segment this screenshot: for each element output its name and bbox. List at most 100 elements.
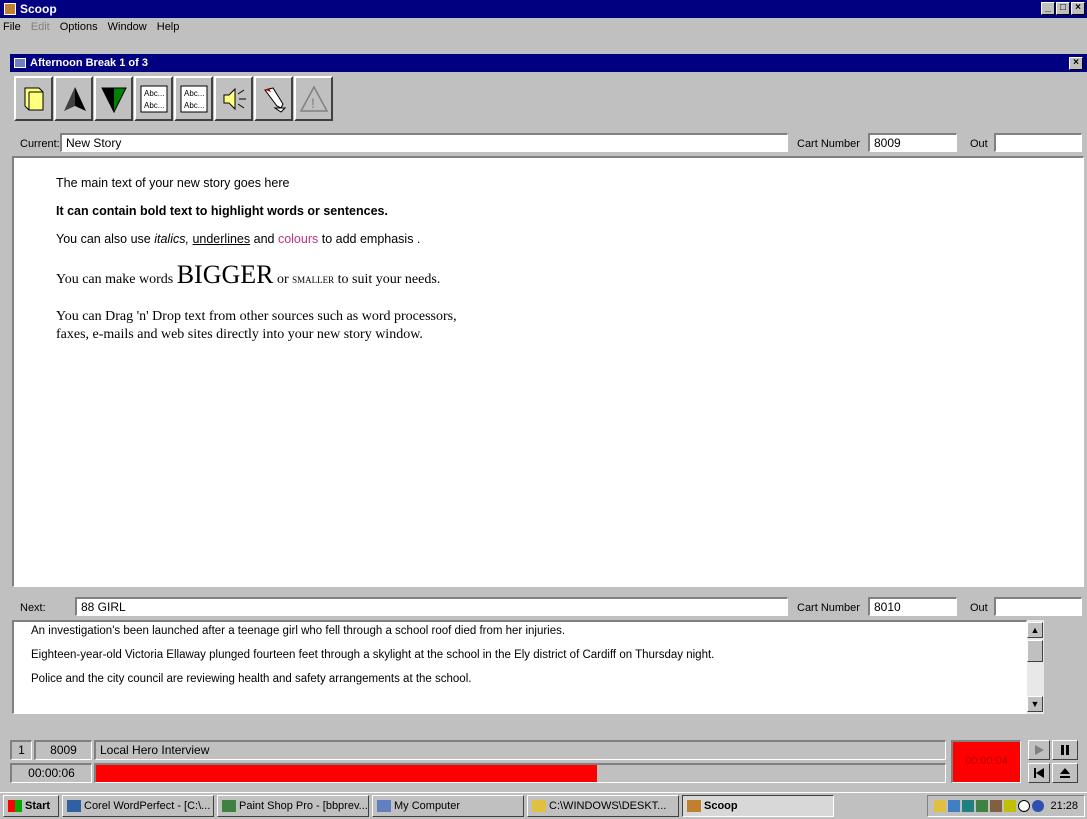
scroll-up-arrow-icon[interactable]: ▲ [1027,622,1043,638]
tray-display-icon[interactable] [976,800,989,812]
menu-options[interactable]: Options [60,21,98,33]
previous-story-icon [63,86,86,111]
eject-icon [1060,768,1070,778]
minimize-button[interactable]: _ [1041,2,1055,15]
current-cart-label: Cart Number [797,138,860,150]
next-out-field[interactable] [994,597,1082,616]
pause-icon [1061,745,1069,755]
svg-text:Abc...: Abc... [184,101,204,110]
svg-text:!: ! [311,95,315,111]
start-button[interactable]: Start [3,795,59,817]
next-story-preview[interactable]: An investigation's been launched after a… [12,620,1027,714]
close-button[interactable]: × [1071,2,1085,15]
story-size-line: You can make words BIGGER or SMALLER to … [56,260,441,289]
player-title: Local Hero Interview [94,740,946,760]
tray-clock[interactable]: 21:28 [1050,800,1078,812]
window-icon [14,58,26,68]
edit-pen-button[interactable] [254,76,293,121]
toolbar: Abc... Abc... Abc... Abc... ! [14,76,333,126]
next-story-icon [100,87,127,113]
text-format-icon: Abc... Abc... [180,85,207,112]
player-panel: 1 8009 Local Hero Interview 00:00:06 00:… [0,730,1087,787]
menu-file[interactable]: File [3,21,21,33]
tray-monitor-icon[interactable] [962,800,975,812]
task-paintshop[interactable]: Paint Shop Pro - [bbprev... [217,795,369,817]
tray-app-icon[interactable] [934,800,947,812]
svg-text:Abc...: Abc... [144,89,164,98]
folder-icon [532,800,546,812]
story-emphasis-line: You can also use italics, underlines and… [56,232,421,246]
text-style-button[interactable]: Abc... Abc... [134,76,173,121]
tray-volume-icon[interactable] [1004,800,1017,812]
tray-pen-icon[interactable] [990,800,1003,812]
child-close-button[interactable]: × [1069,57,1083,70]
current-story-field[interactable]: New Story [60,133,788,152]
player-number: 1 [10,740,32,760]
task-my-computer[interactable]: My Computer [372,795,524,817]
scoop-app-icon [4,3,16,15]
rewind-button[interactable] [1028,763,1050,783]
player-progress-track [94,763,946,783]
open-book-icon [24,87,43,110]
tray-network-icon[interactable] [948,800,961,812]
player-elapsed: 00:00:06 [10,763,92,783]
svg-text:Abc...: Abc... [144,101,164,110]
current-out-field[interactable] [994,133,1082,152]
task-scoop[interactable]: Scoop [682,795,834,817]
pause-button[interactable] [1052,740,1078,760]
eject-button[interactable] [1052,763,1078,783]
task-wordperfect[interactable]: Corel WordPerfect - [C:\... [62,795,214,817]
scroll-thumb[interactable] [1027,640,1043,662]
computer-icon [377,800,391,812]
warning-button[interactable]: ! [294,76,333,121]
task-windows-desktop[interactable]: C:\WINDOWS\DESKT... [527,795,679,817]
menu-edit[interactable]: Edit [31,21,50,33]
story-line: The main text of your new story goes her… [56,176,290,190]
previous-story-button[interactable] [54,76,93,121]
current-out-label: Out [970,138,988,150]
text-format-button[interactable]: Abc... Abc... [174,76,213,121]
warning-icon: ! [299,84,328,112]
next-out-label: Out [970,602,988,614]
app-title-bar: Scoop _ □ × [0,0,1087,18]
story-editor[interactable]: The main text of your new story goes her… [12,156,1084,587]
story-bold-line: It can contain bold text to highlight wo… [56,204,388,218]
play-button[interactable] [1028,740,1050,760]
child-window-title: Afternoon Break 1 of 3 [30,57,148,69]
player-cart: 8009 [34,740,92,760]
wordperfect-icon [67,800,81,812]
maximize-button[interactable]: □ [1056,2,1070,15]
next-story-field[interactable]: 88 GIRL [75,597,788,616]
svg-text:Abc...: Abc... [184,89,204,98]
taskbar: Start Corel WordPerfect - [C:\... Paint … [0,792,1087,819]
scroll-down-arrow-icon[interactable]: ▼ [1027,696,1043,712]
preview-scrollbar[interactable]: ▲ ▼ [1027,620,1044,714]
play-icon [1035,745,1044,755]
player-progress-fill [96,765,597,782]
scoop-task-icon [687,800,701,812]
next-label: Next: [20,602,46,614]
speaker-icon [223,87,246,110]
tray-clock-icon[interactable] [1018,800,1031,812]
menu-help[interactable]: Help [157,21,180,33]
tray-power-icon[interactable] [1032,800,1045,812]
edit-pen-icon [263,86,286,113]
menu-bar: File Edit Options Window Help [0,18,1087,36]
open-book-button[interactable] [14,76,53,121]
current-cart-field[interactable]: 8009 [868,133,957,152]
preview-line: Eighteen-year-old Victoria Ellaway plung… [31,649,715,661]
next-cart-field[interactable]: 8010 [868,597,957,616]
current-label: Current: [20,138,60,150]
preview-line: An investigation's been launched after a… [31,625,566,637]
child-window-title-bar: Afternoon Break 1 of 3 [10,54,1087,72]
speaker-button[interactable] [214,76,253,121]
next-story-button[interactable] [94,76,133,121]
paintshop-icon [222,800,236,812]
skip-back-icon [1034,768,1044,778]
menu-window[interactable]: Window [108,21,147,33]
system-tray: 21:28 [927,795,1085,817]
next-cart-label: Cart Number [797,602,860,614]
player-remaining: 00:00:04 [951,740,1021,783]
preview-line: Police and the city council are reviewin… [31,673,472,685]
text-style-icon: Abc... Abc... [140,85,167,112]
